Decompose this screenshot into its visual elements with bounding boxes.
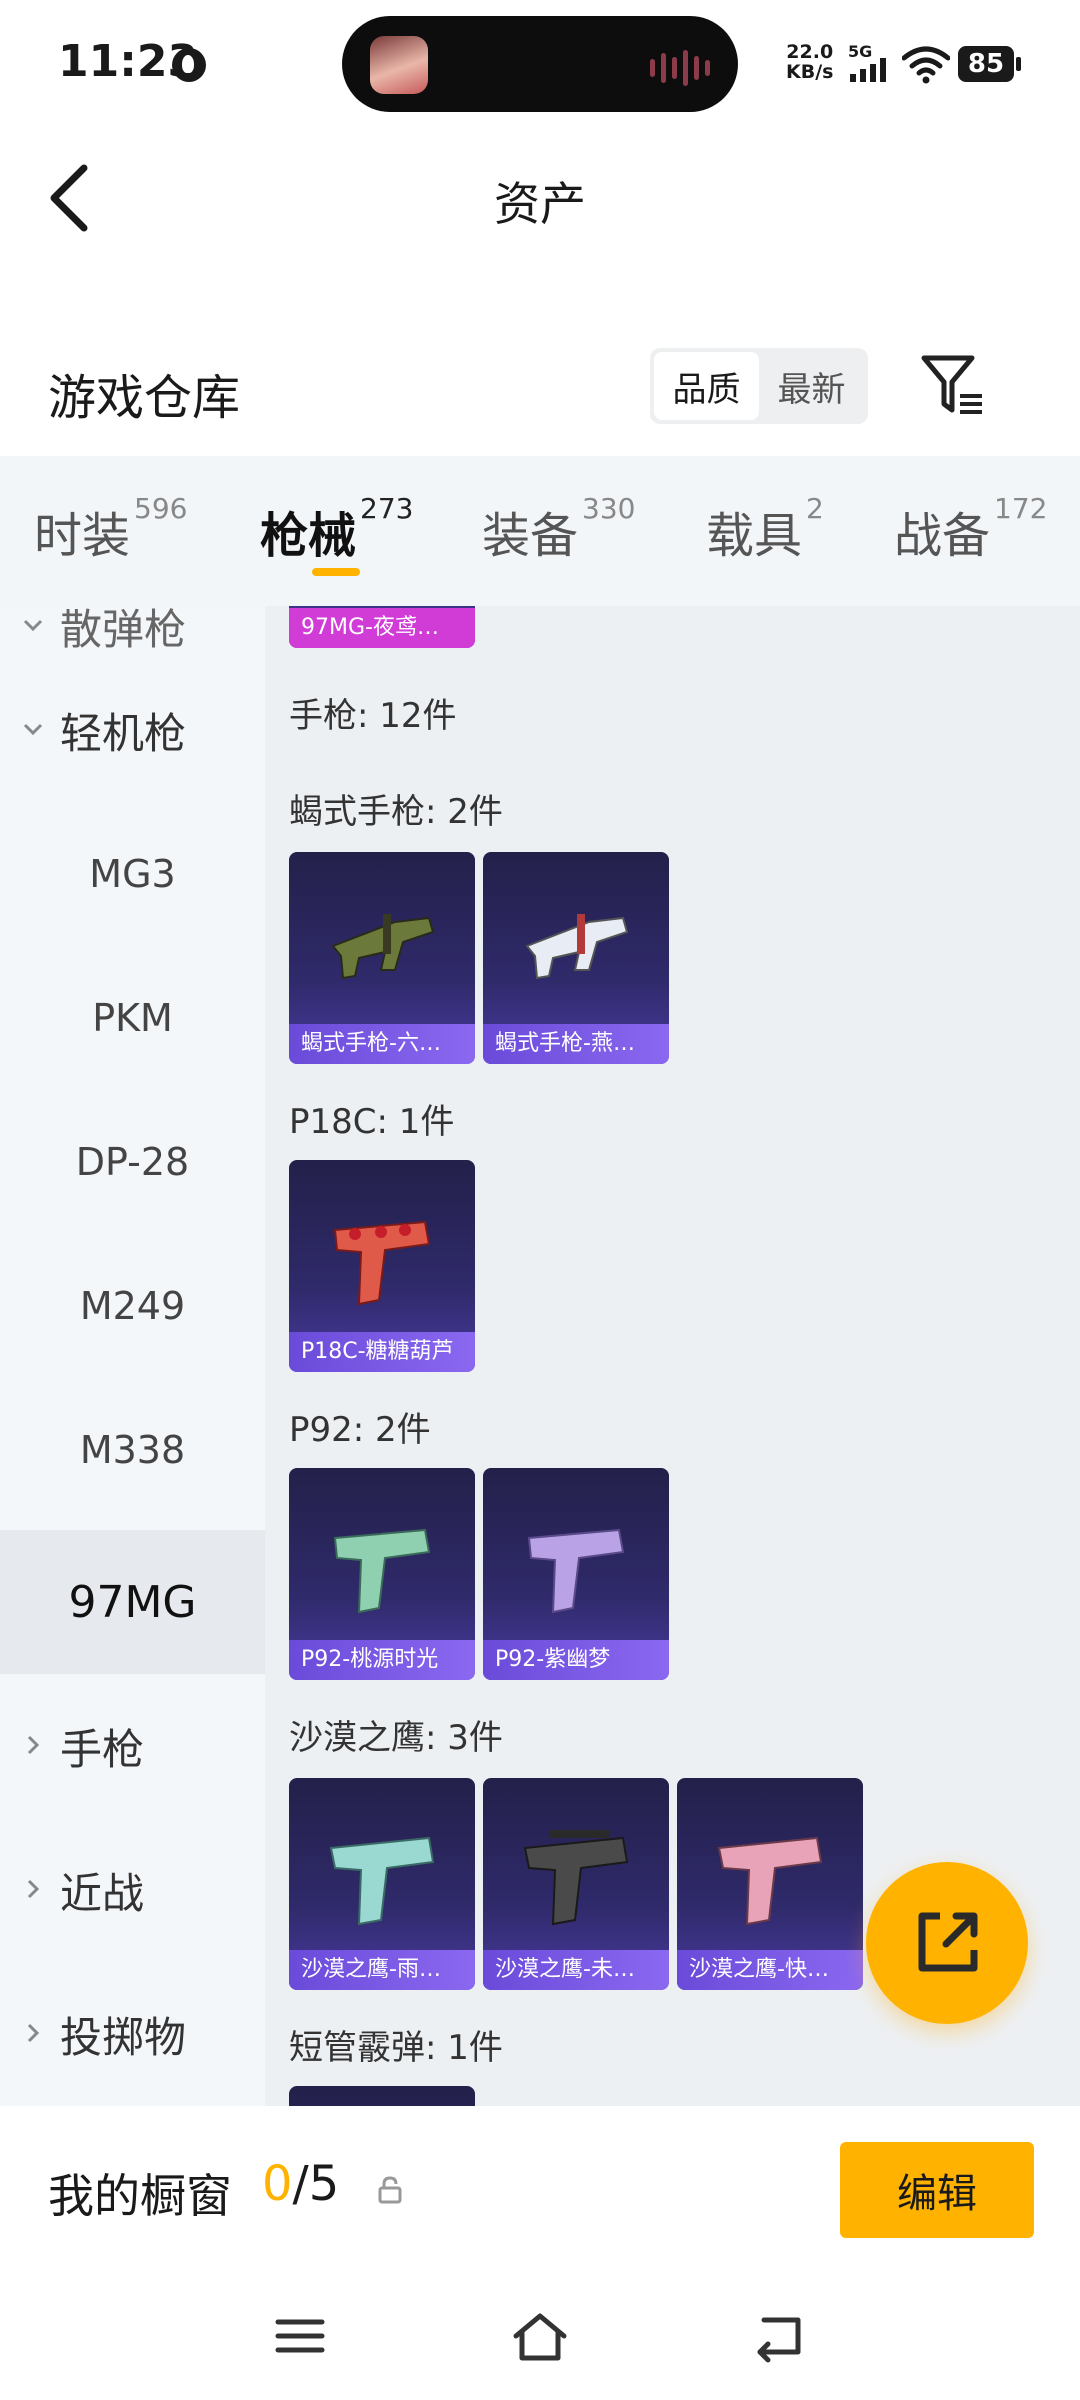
share-button[interactable] <box>866 1862 1028 2024</box>
category-heading: 手枪: 12件 <box>289 696 457 736</box>
pistol-icon <box>333 1528 431 1614</box>
item-card-label: 沙漠之鹰-快… <box>677 1950 863 1990</box>
section-heading: P18C: 1件 <box>289 1102 455 1142</box>
tab-fashion[interactable]: 时装 596 <box>34 492 187 566</box>
section-heading: 蝎式手枪: 2件 <box>289 792 503 832</box>
showcase-bar: 我的橱窗 0/5 编辑 <box>0 2106 1080 2400</box>
sidebar-item-m338[interactable]: M338 <box>0 1378 265 1522</box>
network-speed: 22.0 KB/s <box>786 41 834 83</box>
item-card-label: P92-紫幽梦 <box>483 1640 669 1680</box>
share-icon <box>918 1912 978 1972</box>
showcase-label: 我的橱窗 <box>48 2169 232 2223</box>
item-card-label: 沙漠之鹰-未… <box>483 1950 669 1990</box>
sidebar-item-melee[interactable]: 近战 <box>0 1818 265 1962</box>
pistol-icon <box>523 1830 629 1926</box>
chevron-down-icon <box>23 619 43 632</box>
tab-supplies[interactable]: 战备 172 <box>894 492 1047 566</box>
dynamic-island[interactable] <box>342 16 738 112</box>
item-card-label: 蝎式手枪-燕… <box>483 1024 669 1064</box>
warehouse-title: 游戏仓库 <box>48 370 241 426</box>
chevron-down-icon <box>23 723 43 736</box>
sidebar-item-label: 投掷物 <box>60 2012 187 2062</box>
sidebar: 散弹枪 轻机枪 MG3 PKM DP-28 M249 M338 97MG 手枪 … <box>0 606 265 2106</box>
active-tab-indicator <box>312 568 360 576</box>
item-card-label: P18C-糖糖葫芦 <box>289 1332 475 1372</box>
sidebar-item-pistol[interactable]: 手枪 <box>0 1674 265 1818</box>
page-title: 资产 <box>494 177 586 231</box>
category-tabs: 时装 596 枪械 273 装备 330 载具 2 战备 172 <box>0 456 1080 606</box>
tab-equipment[interactable]: 装备 330 <box>482 492 635 566</box>
sort-latest-button[interactable]: 最新 <box>759 352 864 420</box>
item-card[interactable]: P18C-糖糖葫芦 <box>289 1160 475 1372</box>
item-card[interactable] <box>289 2086 475 2106</box>
sidebar-item-label: 轻机枪 <box>60 708 187 758</box>
pistol-icon <box>333 1220 431 1306</box>
chevron-right-icon <box>27 2023 40 2043</box>
sidebar-item-label: 散弹枪 <box>60 606 187 654</box>
sidebar-item-label: 近战 <box>60 1868 145 1918</box>
item-card[interactable]: 97MG-夜鸢… <box>289 606 475 648</box>
chevron-right-icon <box>27 1735 40 1755</box>
item-card[interactable]: 蝎式手枪-燕… <box>483 852 669 1064</box>
notification-icon <box>172 48 206 82</box>
sort-quality-button[interactable]: 品质 <box>654 352 759 420</box>
filter-icon[interactable] <box>918 352 986 418</box>
section-heading: 短管霰弹: 1件 <box>289 2028 503 2068</box>
sidebar-item-m249[interactable]: M249 <box>0 1234 265 1378</box>
item-card[interactable]: P92-紫幽梦 <box>483 1468 669 1680</box>
battery-icon: 85 <box>958 46 1021 82</box>
sidebar-item-throwable[interactable]: 投掷物 <box>0 1962 265 2106</box>
tab-vehicles[interactable]: 载具 2 <box>706 492 824 566</box>
smg-icon <box>331 914 435 980</box>
section-heading: 沙漠之鹰: 3件 <box>289 1718 503 1758</box>
item-card[interactable]: 蝎式手枪-六… <box>289 852 475 1064</box>
pistol-icon <box>329 1836 435 1926</box>
pistol-icon <box>717 1836 823 1926</box>
lock-icon[interactable] <box>376 2176 404 2204</box>
chevron-right-icon <box>27 1879 40 1899</box>
item-card-label: 97MG-夜鸢… <box>289 608 475 648</box>
showcase-count: 0/5 <box>262 2156 340 2212</box>
item-card[interactable]: 沙漠之鹰-未… <box>483 1778 669 1990</box>
item-card-label: P92-桃源时光 <box>289 1640 475 1680</box>
item-card-label: 沙漠之鹰-雨… <box>289 1950 475 1990</box>
tab-guns[interactable]: 枪械 273 <box>260 492 413 566</box>
sidebar-item-dp28[interactable]: DP-28 <box>0 1090 265 1234</box>
section-heading: P92: 2件 <box>289 1410 431 1450</box>
back-nav-icon[interactable] <box>750 2306 810 2366</box>
sidebar-item-97mg[interactable]: 97MG <box>0 1530 265 1674</box>
app-avatar-icon <box>370 36 428 94</box>
sidebar-item-pkm[interactable]: PKM <box>0 946 265 1090</box>
home-icon[interactable] <box>510 2306 570 2366</box>
item-card[interactable]: P92-桃源时光 <box>289 1468 475 1680</box>
item-card-label: 蝎式手枪-六… <box>289 1024 475 1064</box>
item-card[interactable]: 沙漠之鹰-雨… <box>289 1778 475 1990</box>
sort-toggle: 品质 最新 <box>650 348 868 424</box>
item-card[interactable]: 沙漠之鹰-快… <box>677 1778 863 1990</box>
sidebar-item-label: 手枪 <box>60 1724 145 1774</box>
pistol-icon <box>527 1528 625 1614</box>
audio-wave-icon <box>650 50 710 86</box>
smg-icon <box>525 914 629 980</box>
sidebar-item-lmg[interactable]: 轻机枪 <box>0 658 265 802</box>
edit-button[interactable]: 编辑 <box>840 2142 1034 2238</box>
menu-icon[interactable] <box>270 2306 330 2366</box>
wifi-icon <box>902 46 950 84</box>
status-bar: 11:23 22.0 KB/s 5G 85 <box>0 0 1080 130</box>
signal-icon <box>850 58 886 82</box>
sidebar-item-mg3[interactable]: MG3 <box>0 802 265 946</box>
